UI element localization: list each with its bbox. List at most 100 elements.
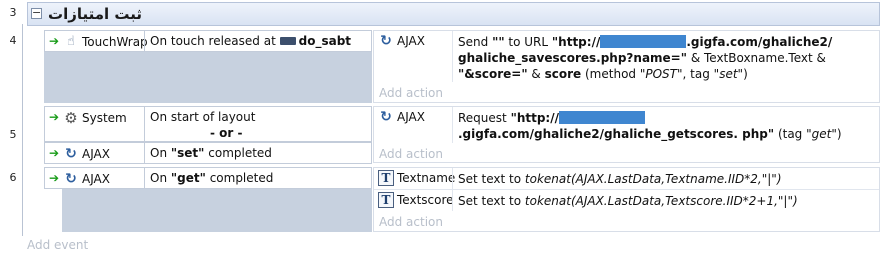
column-divider (144, 31, 145, 51)
condition-object: ↻ AJAX (63, 170, 110, 188)
condition-label: completed (209, 171, 274, 185)
add-action-link[interactable]: Add action (379, 147, 443, 161)
score-param: "&score=" (458, 67, 528, 81)
action-object: ↻ AJAX (378, 33, 425, 49)
object-name: AJAX (82, 172, 110, 186)
condition-object: ☝ TouchWrap (63, 33, 148, 51)
column-divider (144, 107, 145, 141)
condition-object: ⚙ System (63, 109, 127, 127)
row-number: 3 (9, 6, 17, 19)
tag-label: (tag (777, 127, 803, 141)
url-prefix: "http:// (551, 35, 601, 49)
condition-label: completed (208, 146, 272, 160)
column-divider (144, 168, 145, 188)
row-number: 4 (9, 34, 17, 47)
url-file: php" (742, 127, 775, 141)
condition-text: On start of layout (150, 110, 256, 124)
expression: & (531, 67, 541, 81)
action-row[interactable]: T Textname Set text to tokenat(AJAX.Last… (374, 168, 879, 190)
object-name: Textscore (397, 193, 454, 207)
condition-label: On touch released at (150, 34, 276, 48)
object-name: AJAX (82, 147, 110, 161)
object-name: AJAX (397, 34, 425, 48)
condition-arrow-icon: ➔ (49, 171, 60, 185)
action-label: Request (458, 111, 507, 125)
condition-object: ↻ AJAX (63, 145, 110, 163)
url-prefix: "http:// (510, 111, 559, 125)
condition-arrow-icon: ➔ (49, 146, 60, 160)
action-row[interactable]: T Textscore Set text to tokenat(AJAX.Las… (374, 190, 879, 211)
text-object-icon: T (378, 192, 394, 208)
group-header[interactable]: − ثبت امتیازات (27, 2, 880, 26)
action-object: T Textscore (378, 192, 454, 208)
condition-arrow-icon: ➔ (49, 110, 60, 124)
keyboard-icon (279, 37, 296, 45)
condition-text: On "set" completed (150, 146, 272, 160)
condition-label: On (150, 146, 168, 160)
action-row[interactable]: ↻ AJAX Send "" to URL "http:// .gigfa.com… (374, 31, 879, 82)
method-label: (method (585, 67, 637, 81)
gear-icon: ⚙ (64, 109, 78, 127)
ajax-icon: ↻ (65, 146, 77, 162)
row-number: 5 (9, 128, 17, 141)
ajax-icon: ↻ (380, 109, 392, 125)
condition-row[interactable]: ➔ ↻ AJAX On "get" completed (44, 167, 372, 189)
collapse-toggle[interactable]: − (31, 7, 42, 19)
tag-value: "set" (170, 146, 205, 160)
column-divider (452, 107, 453, 143)
tag-value: "get" (806, 127, 837, 141)
method-value: "POST" (639, 67, 683, 81)
key-name: do_sabt (298, 34, 352, 48)
action-row[interactable]: ↻ AJAX Request "http:// .gigfa.com/ghalic… (374, 107, 879, 143)
column-divider (452, 190, 453, 211)
action-object: ↻ AJAX (378, 109, 425, 125)
condition-row[interactable]: ➔ ☝ TouchWrap On touch released at do_sa… (44, 30, 372, 52)
action-label: Set text to (458, 194, 522, 208)
group-title: ثبت امتیازات (48, 5, 143, 23)
column-divider (452, 31, 453, 82)
redacted-hostname (559, 111, 645, 124)
column-divider (144, 143, 145, 163)
action-text: Set text to tokenat(AJAX.LastData,Textsc… (458, 193, 798, 209)
action-label: Send (458, 35, 489, 49)
url-path: .gigfa.com/ghaliche2/ghaliche_getscores. (458, 127, 738, 141)
column-divider (452, 168, 453, 189)
paren: ) (743, 67, 748, 81)
object-name: AJAX (397, 110, 425, 124)
paren: ) (836, 127, 842, 141)
row-number: 6 (9, 171, 17, 184)
tag-value: "set" (713, 67, 744, 81)
or-separator: - or - (210, 126, 243, 140)
action-text: Set text to tokenat(AJAX.LastData,Textna… (458, 171, 782, 187)
object-name: Textname (397, 171, 456, 185)
action-object: T Textname (378, 170, 455, 186)
expression: & TextBoxname.Text & (690, 51, 826, 65)
condition-text: On "get" completed (150, 171, 273, 185)
action-label: Set text to (458, 172, 522, 186)
condition-row[interactable]: ➔ ⚙ System On start of layout - or - (44, 106, 372, 142)
action-text: Send "" to URL "http:// .gigfa.com/ghalic… (458, 34, 868, 82)
add-event-link[interactable]: Add event (27, 238, 88, 252)
condition-row[interactable]: ➔ ↻ AJAX On "set" completed (44, 142, 372, 164)
redacted-hostname (600, 35, 687, 48)
ajax-icon: ↻ (65, 171, 77, 187)
text-object-icon: T (378, 170, 394, 186)
condition-arrow-icon: ➔ (49, 34, 60, 48)
expression: tokenat(AJAX.LastData,Textname.IID*2,"|"… (524, 172, 782, 186)
tag-value: "get" (170, 171, 206, 185)
object-name: TouchWrap (82, 35, 148, 49)
action-text: Request "http:// .gigfa.com/ghaliche2/gha… (458, 110, 868, 142)
condition-label: On (150, 171, 168, 185)
ajax-icon: ↻ (380, 33, 392, 49)
touch-icon: ☝ (67, 34, 75, 49)
add-action-link[interactable]: Add action (379, 86, 443, 100)
action-label: to URL (508, 35, 549, 49)
condition-text: On touch released at do_sabt (150, 34, 351, 48)
empty-string: "" (492, 35, 505, 49)
add-action-link[interactable]: Add action (379, 215, 443, 229)
url-file: ghaliche_savescores.php?name=" (458, 51, 687, 65)
tag-label: , tag (682, 67, 710, 81)
object-name: System (82, 111, 127, 125)
expression: tokenat(AJAX.LastData,Textscore.IID*2+1,… (524, 194, 798, 208)
url-path: .gigfa.com/ghaliche2/ (686, 35, 833, 49)
